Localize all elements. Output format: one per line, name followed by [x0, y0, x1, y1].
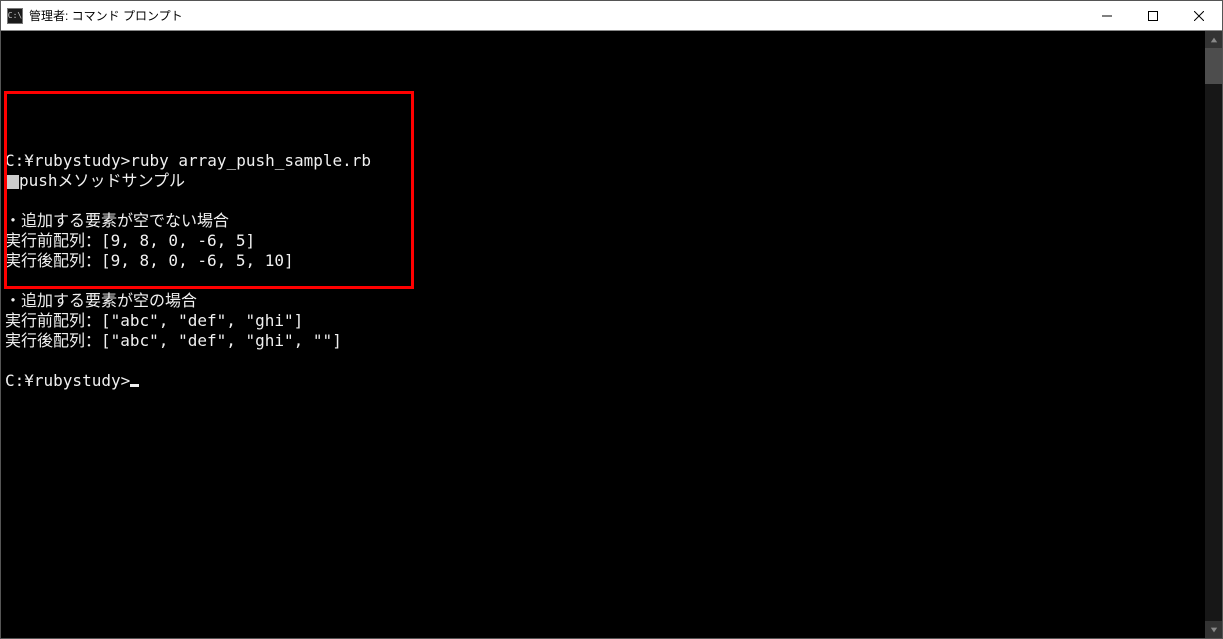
block-char-icon [5, 175, 19, 189]
terminal-text: pushメソッドサンプル [19, 171, 185, 190]
terminal-line [1, 271, 1205, 291]
scrollbar-thumb[interactable] [1205, 48, 1222, 84]
terminal-line [1, 351, 1205, 371]
terminal-output[interactable]: C:¥rubystudy>ruby array_push_sample.rbpu… [1, 31, 1205, 638]
close-button[interactable] [1176, 1, 1222, 30]
minimize-icon [1102, 11, 1112, 21]
blank-area [1, 91, 1205, 151]
titlebar[interactable]: C:\ 管理者: コマンド プロンプト [1, 1, 1222, 31]
cmd-window: C:\ 管理者: コマンド プロンプト C:¥rubystudy>ruby ar… [0, 0, 1223, 639]
terminal-content: C:¥rubystudy>ruby array_push_sample.rbpu… [1, 91, 1205, 391]
terminal-line: 実行前配列：[9, 8, 0, -6, 5] [1, 231, 1205, 251]
minimize-button[interactable] [1084, 1, 1130, 30]
terminal-line: ・追加する要素が空の場合 [1, 291, 1205, 311]
prompt-text: C:¥rubystudy> [5, 371, 130, 390]
chevron-up-icon [1210, 36, 1218, 44]
terminal-line: 実行前配列：["abc", "def", "ghi"] [1, 311, 1205, 331]
window-controls [1084, 1, 1222, 30]
terminal-line: 実行後配列：[9, 8, 0, -6, 5, 10] [1, 251, 1205, 271]
terminal-line [1, 191, 1205, 211]
scroll-down-button[interactable] [1205, 621, 1222, 638]
terminal-line: ・追加する要素が空でない場合 [1, 211, 1205, 231]
client-area: C:¥rubystudy>ruby array_push_sample.rbpu… [1, 31, 1222, 638]
cursor-icon [130, 384, 139, 387]
terminal-line: C:¥rubystudy>ruby array_push_sample.rb [1, 151, 1205, 171]
vertical-scrollbar[interactable] [1205, 31, 1222, 638]
chevron-down-icon [1210, 626, 1218, 634]
cmd-icon: C:\ [7, 8, 23, 24]
titlebar-left: C:\ 管理者: コマンド プロンプト [1, 7, 183, 24]
scroll-up-button[interactable] [1205, 31, 1222, 48]
maximize-icon [1148, 11, 1158, 21]
maximize-button[interactable] [1130, 1, 1176, 30]
window-title: 管理者: コマンド プロンプト [29, 7, 183, 24]
scrollbar-track[interactable] [1205, 48, 1222, 621]
terminal-prompt-line: C:¥rubystudy> [1, 371, 1205, 391]
terminal-line: pushメソッドサンプル [1, 171, 1205, 191]
terminal-line: 実行後配列：["abc", "def", "ghi", ""] [1, 331, 1205, 351]
close-icon [1194, 11, 1204, 21]
